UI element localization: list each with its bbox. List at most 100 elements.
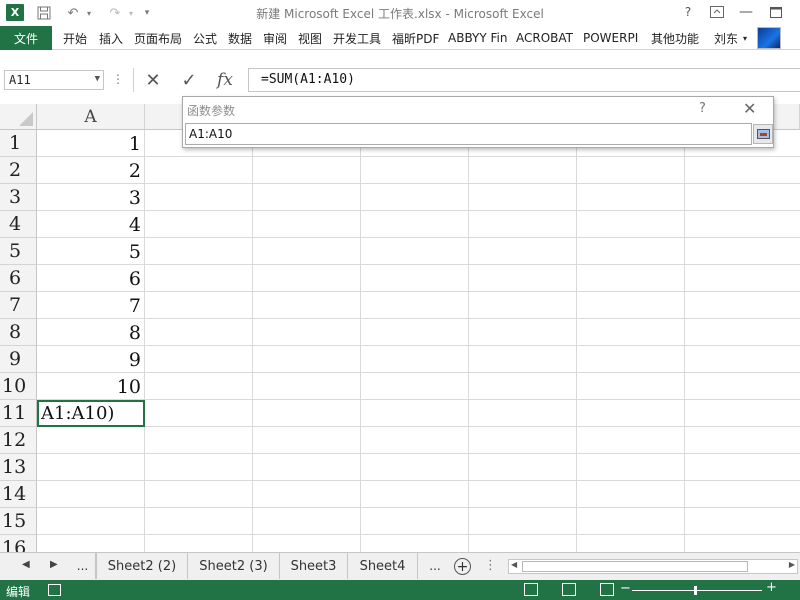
cell-a1[interactable]: 1 (38, 130, 142, 157)
user-dropdown-icon[interactable]: ▾ (743, 34, 747, 43)
tab-page-layout[interactable]: 页面布局 (134, 26, 182, 50)
help-button[interactable]: ? (677, 3, 699, 21)
gridline (37, 237, 800, 238)
worksheet-grid[interactable]: A 1 2 3 4 5 6 7 8 9 10 11 12 13 14 15 16… (0, 104, 800, 552)
cell-a9[interactable]: 9 (38, 346, 142, 373)
tabs-more-right[interactable]: ... (418, 553, 452, 579)
sheet-tab[interactable]: Sheet2 (3) (188, 553, 280, 579)
macro-record-icon[interactable] (48, 584, 61, 596)
scrollbar-thumb[interactable] (522, 561, 748, 572)
tab-home[interactable]: 开始 (63, 26, 87, 50)
ribbon-tab-bar: 文件 开始 插入 页面布局 公式 数据 审阅 视图 开发工具 福昕PDF ABB… (0, 26, 800, 50)
function-arguments-dialog[interactable]: 函数参数 ? ✕ A1:A10 (182, 96, 774, 148)
close-icon[interactable]: ✕ (743, 99, 756, 118)
row-header[interactable]: 8 (0, 319, 37, 346)
sheet-tab[interactable]: Sheet2 (2) (96, 553, 188, 579)
row-header[interactable]: 11 (0, 400, 37, 427)
name-box-value[interactable]: A11 (9, 73, 31, 87)
zoom-slider-handle[interactable] (694, 586, 697, 595)
zoom-out-icon[interactable]: − (620, 581, 631, 596)
column-header-a[interactable]: A (37, 104, 145, 130)
minimize-icon[interactable]: — (735, 3, 757, 21)
scroll-right-icon[interactable]: ▶ (789, 560, 795, 569)
scroll-tabs-right-icon[interactable]: ▶ (50, 559, 58, 570)
row-header[interactable]: 14 (0, 481, 37, 508)
normal-view-icon[interactable] (524, 583, 538, 596)
page-break-view-icon[interactable] (600, 583, 614, 596)
tab-split-grip-icon[interactable]: ⋮ (484, 558, 497, 573)
cell-a6[interactable]: 6 (38, 265, 142, 292)
gridline (360, 130, 361, 552)
row-header[interactable]: 3 (0, 184, 37, 211)
gridline (37, 426, 800, 427)
name-box[interactable]: A11 ▼ (4, 70, 104, 90)
tab-formulas[interactable]: 公式 (193, 26, 217, 50)
tab-view[interactable]: 视图 (298, 26, 322, 50)
row-header[interactable]: 1 (0, 130, 37, 157)
tabs-more-left[interactable]: ... (70, 553, 96, 579)
maximize-icon[interactable] (765, 3, 787, 21)
row-header[interactable]: 7 (0, 292, 37, 319)
divider (133, 68, 134, 92)
row-header[interactable]: 5 (0, 238, 37, 265)
user-name-label[interactable]: 刘东 (714, 30, 738, 47)
gridline (144, 130, 145, 552)
tab-other-functions[interactable]: 其他功能 (651, 26, 699, 50)
tab-developer[interactable]: 开发工具 (333, 26, 381, 50)
ribbon-display-options-icon[interactable] (706, 3, 728, 21)
expand-dialog-icon (756, 129, 770, 139)
name-box-dropdown-icon[interactable]: ▼ (95, 74, 100, 84)
tab-powerpivot[interactable]: POWERPI (583, 26, 638, 50)
select-all-corner[interactable] (0, 104, 37, 130)
tab-review[interactable]: 审阅 (263, 26, 287, 50)
horizontal-scrollbar[interactable]: ◀ ▶ (508, 559, 798, 574)
range-reference-input[interactable]: A1:A10 (185, 123, 752, 145)
title-bar: X ↶ ▾ ↷ ▾ ▾ 新建 Microsoft Excel 工作表.xlsx … (0, 0, 800, 26)
gridline (37, 399, 800, 400)
user-name[interactable]: 刘东 ▾ (714, 26, 747, 50)
formula-input[interactable]: =SUM(A1:A10) (248, 68, 800, 92)
row-header[interactable]: 9 (0, 346, 37, 373)
row-header[interactable]: 16 (0, 535, 37, 552)
row-header[interactable]: 4 (0, 211, 37, 238)
row-header[interactable]: 6 (0, 265, 37, 292)
row-header[interactable]: 15 (0, 508, 37, 535)
cell-a10[interactable]: 10 (38, 373, 142, 400)
gridline (684, 130, 685, 552)
avatar[interactable] (757, 27, 781, 49)
add-sheet-button[interactable]: + (454, 558, 471, 575)
cancel-icon[interactable]: ✕ (136, 69, 170, 91)
row-header[interactable]: 12 (0, 427, 37, 454)
scroll-left-icon[interactable]: ◀ (511, 560, 517, 569)
cell-a11-editing[interactable]: A1:A10) (37, 400, 145, 427)
insert-function-icon[interactable]: fx (208, 69, 242, 91)
expand-dialog-button[interactable] (753, 124, 773, 144)
cell-a3[interactable]: 3 (38, 184, 142, 211)
zoom-slider-track[interactable] (632, 590, 762, 591)
cell-a5[interactable]: 5 (38, 238, 142, 265)
enter-icon[interactable]: ✓ (172, 69, 206, 91)
row-header[interactable]: 13 (0, 454, 37, 481)
sheet-tab[interactable]: Sheet3 (280, 553, 348, 579)
dialog-help-button[interactable]: ? (699, 101, 706, 116)
gridline (37, 318, 800, 319)
tab-acrobat[interactable]: ACROBAT (516, 26, 573, 50)
tab-abbyy[interactable]: ABBYY Fin (448, 26, 507, 50)
cell-a4[interactable]: 4 (38, 211, 142, 238)
sheet-tab[interactable]: Sheet4 (348, 553, 418, 579)
row-header[interactable]: 2 (0, 157, 37, 184)
zoom-in-icon[interactable]: + (766, 580, 777, 595)
tab-foxit-pdf[interactable]: 福昕PDF (392, 26, 439, 50)
tab-insert[interactable]: 插入 (99, 26, 123, 50)
tab-file[interactable]: 文件 (0, 26, 52, 50)
page-layout-view-icon[interactable] (562, 583, 576, 596)
formula-bar-grip-icon[interactable]: ⋮ (112, 72, 124, 86)
cell-a7[interactable]: 7 (38, 292, 142, 319)
gridline (37, 345, 800, 346)
gridline (37, 156, 800, 157)
scroll-tabs-left-icon[interactable]: ◀ (22, 559, 30, 570)
tab-data[interactable]: 数据 (228, 26, 252, 50)
row-header[interactable]: 10 (0, 373, 37, 400)
cell-a8[interactable]: 8 (38, 319, 142, 346)
cell-a2[interactable]: 2 (38, 157, 142, 184)
